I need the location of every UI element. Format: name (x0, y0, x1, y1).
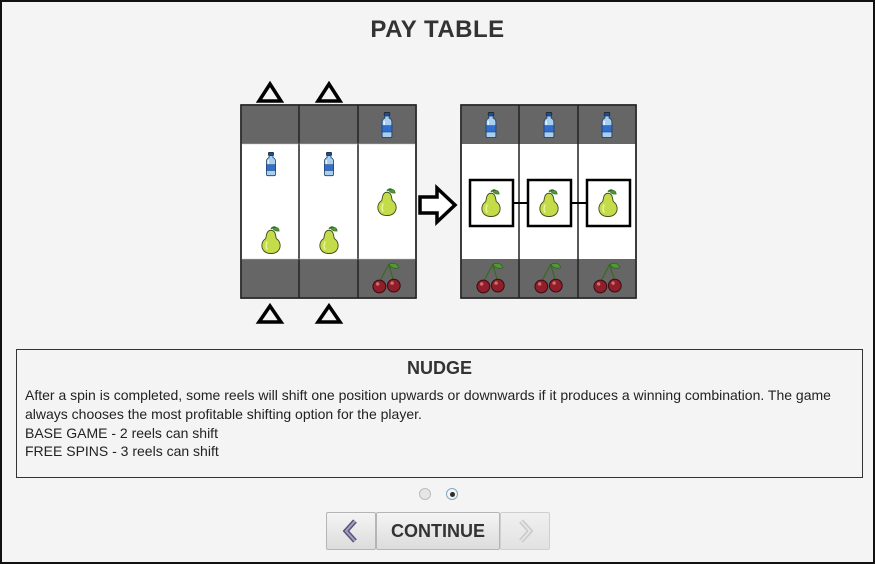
chevron-left-icon (342, 519, 357, 543)
up-arrow-icon (314, 80, 344, 103)
up-arrow-icon (314, 302, 344, 324)
nudge-diagram (240, 80, 637, 324)
info-title: NUDGE (406, 358, 472, 378)
info-line: After a spin is completed, some reels wi… (25, 387, 831, 403)
pay-table-window: PAY TABLE NUDGE After a spin is complete… (0, 0, 875, 564)
info-line: FREE SPINS - 3 reels can shift (25, 443, 219, 460)
info-line: always chooses the most profitable shift… (25, 405, 422, 422)
chevron-right-icon (519, 519, 534, 543)
up-arrow-icon (255, 302, 285, 324)
page-dot-1[interactable] (419, 488, 431, 500)
info-line: BASE GAME - 2 reels can shift (25, 424, 218, 441)
page-dot-2[interactable] (446, 488, 458, 500)
prev-button[interactable] (326, 512, 376, 550)
right-arrow-icon (418, 183, 458, 227)
nudge-info-panel: NUDGE After a spin is completed, some re… (16, 349, 863, 478)
info-text: After a spin is completed, some reels wi… (25, 386, 855, 461)
up-arrow-icon (255, 80, 285, 103)
next-button[interactable] (500, 512, 550, 550)
continue-button[interactable]: CONTINUE (376, 512, 500, 550)
